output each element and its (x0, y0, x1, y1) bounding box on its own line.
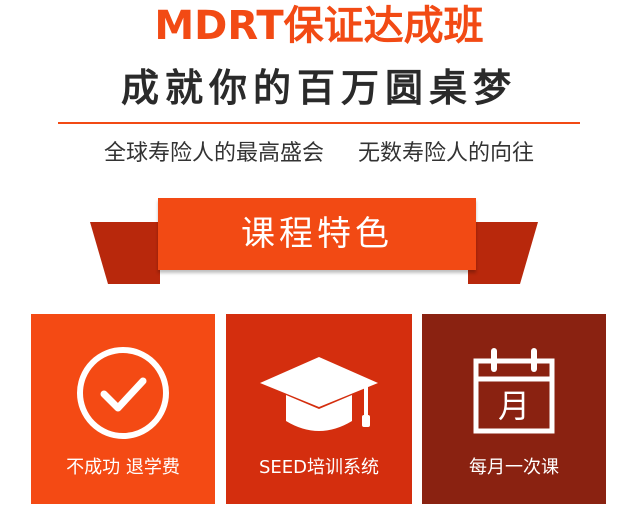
feature-label-monthly: 每月一次课 (469, 457, 559, 478)
feature-label-seed: SEED培训系统 (258, 457, 380, 478)
tagline-left: 全球寿险人的最高盛会 (103, 141, 324, 166)
divider (58, 122, 580, 124)
section-heading: 课程特色 (158, 198, 476, 270)
checkmark-circle-icon (31, 338, 215, 448)
tagline-row: 全球寿险人的最高盛会 无数寿险人的向往 (0, 134, 638, 168)
graduation-cap-icon (226, 338, 412, 448)
page-subtitle: 成就你的百万圆桌梦 (120, 66, 517, 110)
tagline-right: 无数寿险人的向往 (358, 141, 535, 166)
ribbon-left-tail (90, 222, 160, 284)
ribbon-right-tail (468, 222, 538, 284)
calendar-icon: 月 (422, 338, 606, 448)
feature-card-seed: SEED培训系统 (226, 314, 412, 504)
calendar-month-glyph: 月 (498, 387, 530, 425)
feature-card-refund: 不成功 退学费 (31, 314, 215, 504)
page-title: MDRT保证达成班 (154, 3, 484, 49)
feature-label-refund: 不成功 退学费 (66, 457, 180, 478)
feature-card-monthly: 月 每月一次课 (422, 314, 606, 504)
